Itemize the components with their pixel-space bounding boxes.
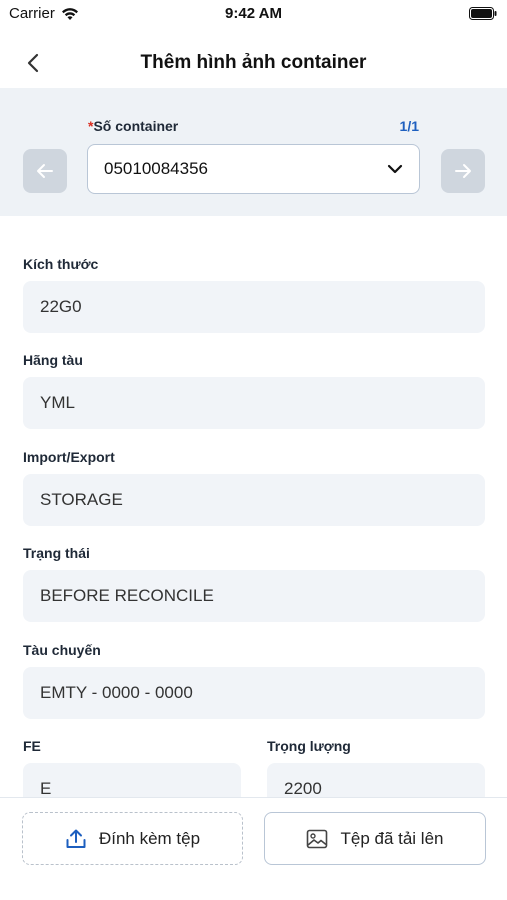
page-title: Thêm hình ảnh container [140, 52, 367, 73]
container-number-value: 05010084356 [104, 159, 209, 178]
import-export-label: Import/Export [23, 449, 115, 465]
next-container-button[interactable] [441, 149, 485, 193]
navigation-bar: Thêm hình ảnh container [0, 38, 507, 88]
status-field[interactable]: BEFORE RECONCILE [23, 570, 485, 622]
container-number-label: *Số container [88, 118, 178, 134]
transfer-vessel-label: Tàu chuyến [23, 642, 101, 658]
size-label: Kích thước [23, 256, 99, 272]
status-bar: Carrier 9:42 AM [0, 0, 507, 28]
attach-file-button[interactable]: Đính kèm tệp [22, 812, 243, 865]
uploaded-files-label: Tệp đã tải lên [340, 828, 444, 848]
arrow-right-icon [455, 164, 471, 178]
container-number-label-text: Số container [93, 118, 179, 134]
shipping-line-field[interactable]: YML [23, 377, 485, 429]
shipping-line-label: Hãng tàu [23, 352, 83, 368]
upload-icon [66, 829, 86, 848]
weight-label: Trọng lượng [267, 738, 351, 754]
status-label: Trạng thái [23, 545, 90, 561]
image-icon [307, 829, 328, 848]
uploaded-files-button[interactable]: Tệp đã tải lên [264, 812, 486, 865]
chevron-down-icon [387, 164, 403, 174]
transfer-vessel-field[interactable]: EMTY - 0000 - 0000 [23, 667, 485, 719]
import-export-field[interactable]: STORAGE [23, 474, 485, 526]
container-number-select[interactable]: 05010084356 [87, 144, 420, 194]
clock: 9:42 AM [225, 5, 282, 22]
attach-file-label: Đính kèm tệp [98, 828, 201, 848]
size-field[interactable]: 22G0 [23, 281, 485, 333]
bottom-action-bar: Đính kèm tệp Tệp đã tải lên [0, 797, 507, 900]
battery-icon [469, 7, 497, 20]
container-selector-panel: *Số container 1/1 05010084356 [0, 88, 507, 216]
fe-label: FE [23, 738, 41, 754]
arrow-left-icon [37, 164, 53, 178]
previous-container-button[interactable] [23, 149, 67, 193]
container-counter: 1/1 [399, 118, 419, 134]
